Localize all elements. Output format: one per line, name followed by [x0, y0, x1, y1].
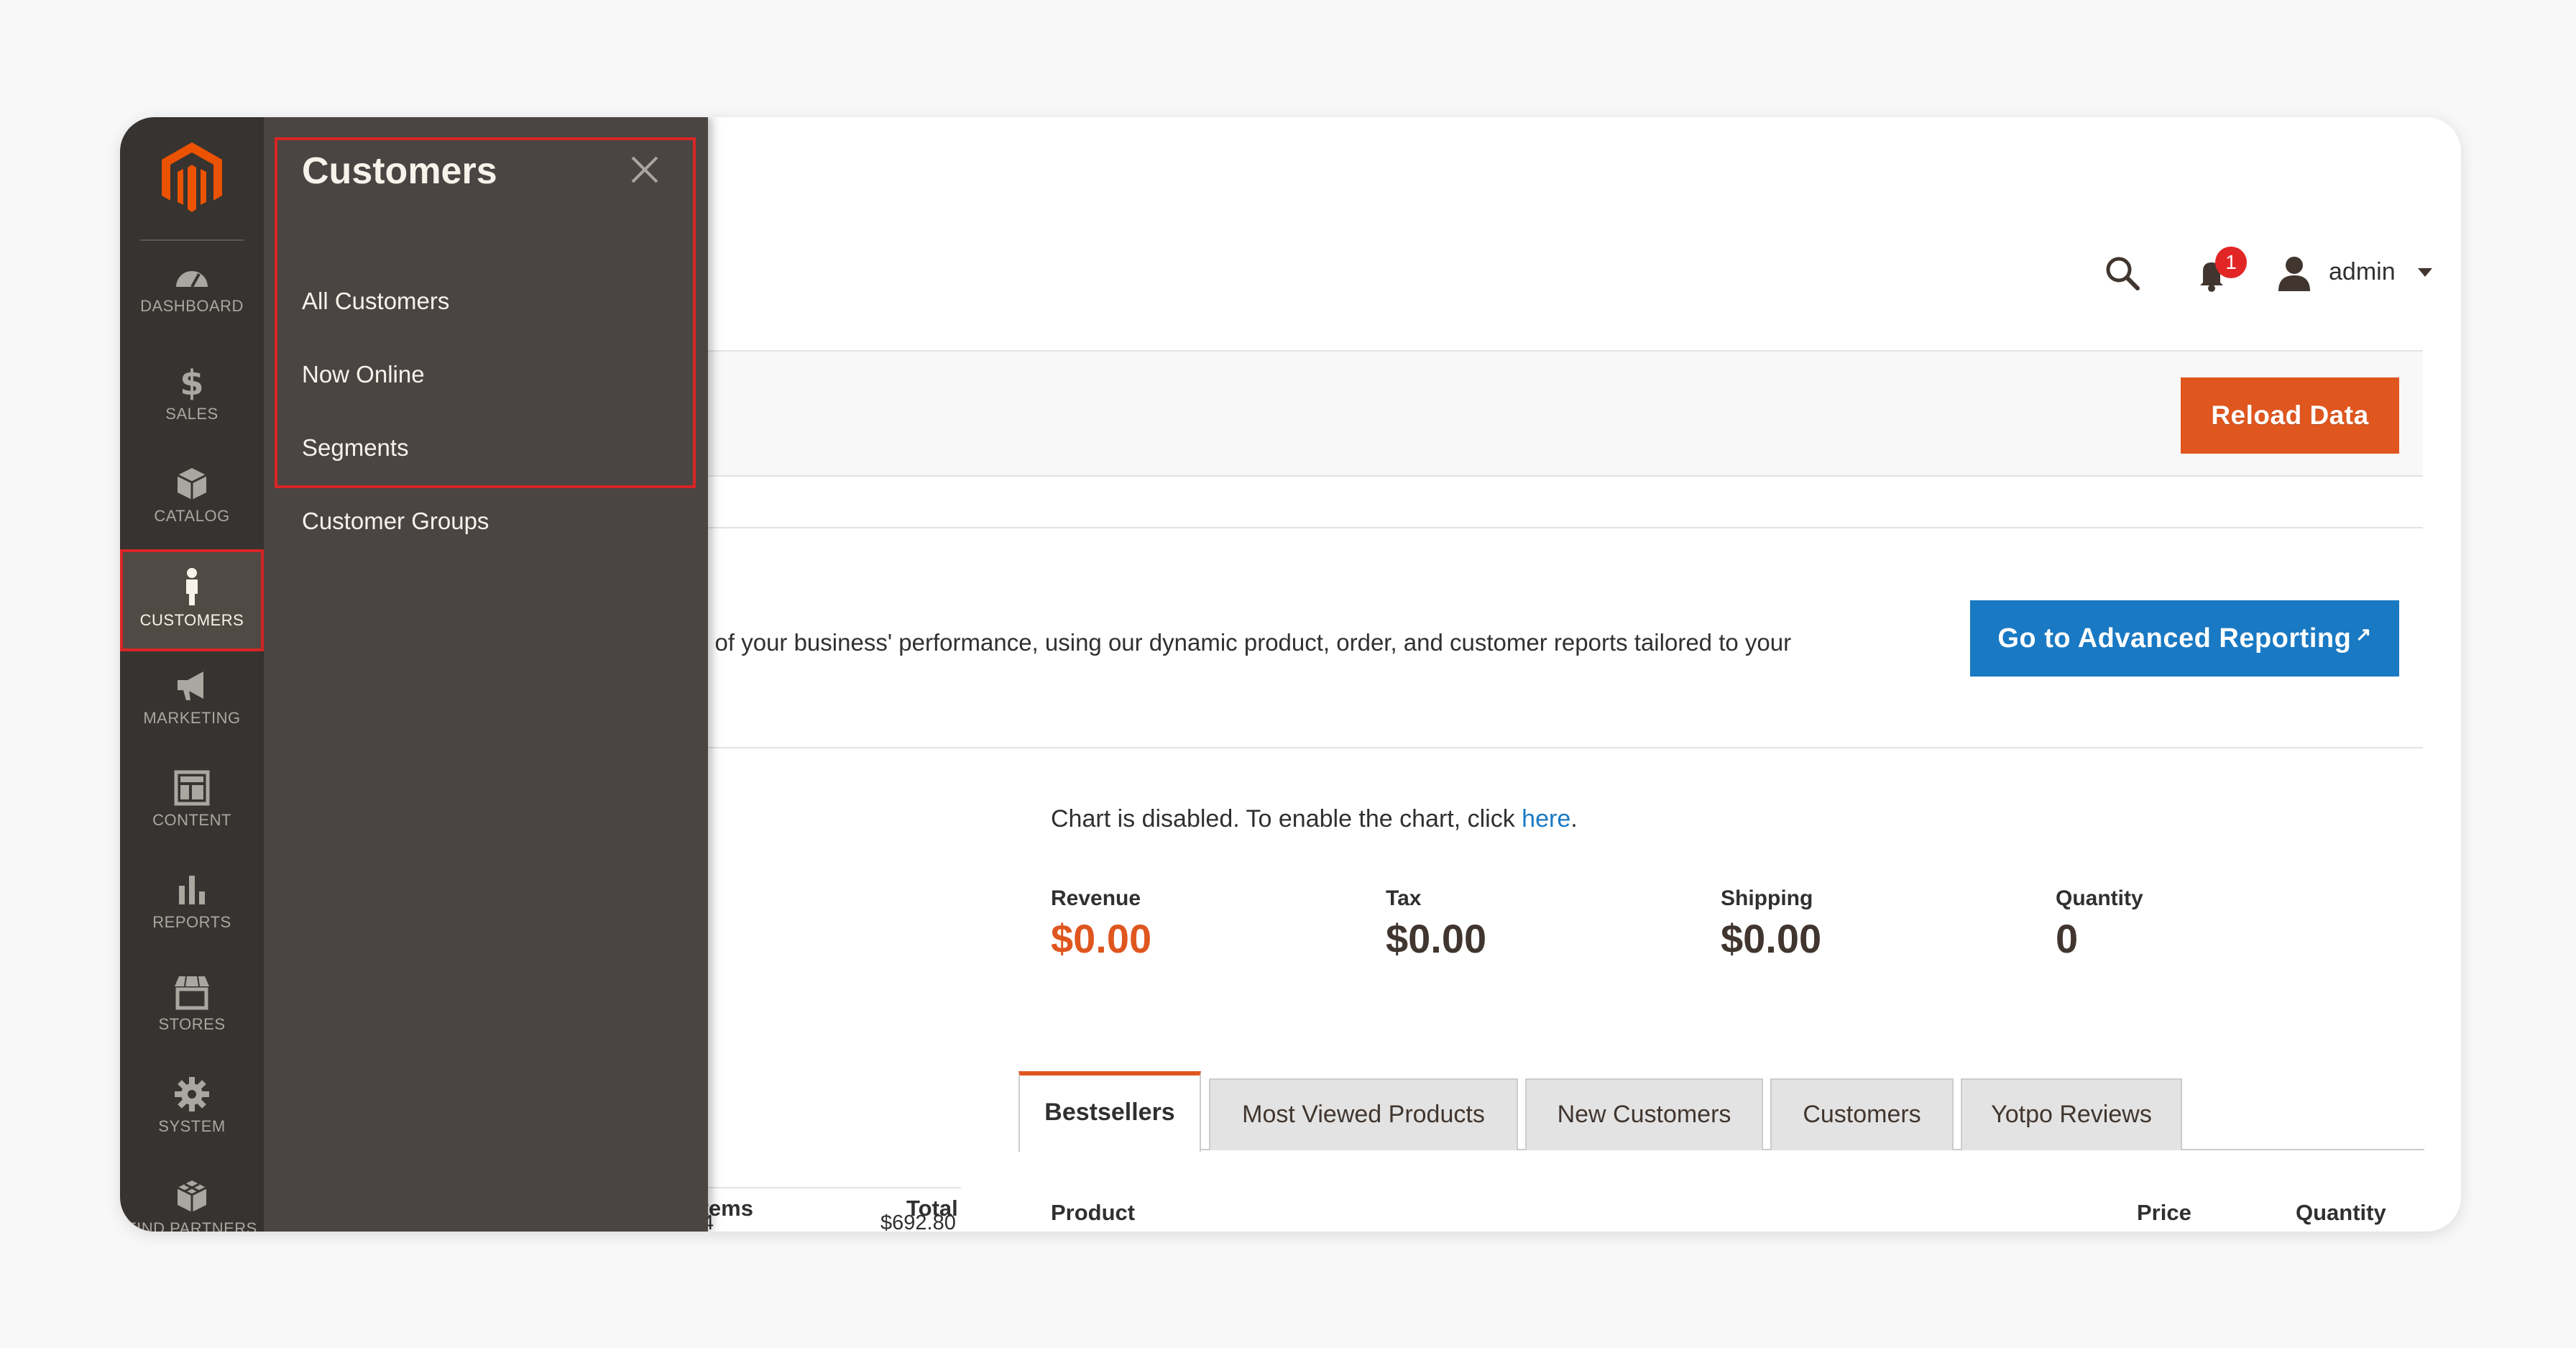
stat-quantity: Quantity 0	[2056, 886, 2143, 962]
stat-label: Shipping	[1721, 886, 1813, 910]
tab-most-viewed-products[interactable]: Most Viewed Products	[1209, 1078, 1518, 1150]
nav-item-reports[interactable]: Reports	[120, 857, 264, 959]
tab-bestsellers[interactable]: Bestsellers	[1018, 1071, 1201, 1152]
tab-customers[interactable]: Customers	[1770, 1078, 1954, 1150]
bar-chart-icon	[179, 876, 205, 904]
nav-label: Dashboard	[140, 297, 244, 315]
close-icon[interactable]	[628, 153, 661, 186]
stat-value: $0.00	[1386, 916, 1487, 961]
magento-logo[interactable]	[156, 139, 228, 218]
stat-label: Quantity	[2056, 886, 2143, 910]
dollar-icon: $	[180, 363, 203, 400]
table-header-divider	[695, 1187, 961, 1188]
flyout-item-segments[interactable]: Segments	[302, 434, 409, 462]
tab-yotpo-reviews[interactable]: Yotpo Reviews	[1961, 1078, 2182, 1150]
admin-sidebar: Dashboard $ Sales Catalog Customers	[120, 117, 264, 1232]
app-window: 1 admin Reload Data d of your business' …	[120, 117, 2461, 1232]
stat-tax: Tax $0.00	[1386, 886, 1486, 962]
flyout-item-customer-groups[interactable]: Customer Groups	[302, 508, 489, 535]
nav-item-dashboard[interactable]: Dashboard	[120, 247, 264, 349]
search-icon[interactable]	[2102, 252, 2145, 295]
gear-icon	[175, 1077, 209, 1111]
chart-disabled-text: Chart is disabled. To enable the chart, …	[1051, 805, 1522, 833]
chevron-down-icon[interactable]	[2418, 268, 2432, 277]
nav-label: Find Partners	[126, 1219, 257, 1232]
customers-flyout-menu: Customers All Customers Now Online Segme…	[264, 117, 708, 1232]
nav-label: System	[158, 1117, 226, 1135]
nav-label: Reports	[152, 913, 231, 931]
column-header-quantity: Quantity	[2296, 1200, 2386, 1225]
nav-label: Catalog	[154, 507, 230, 525]
nav-label: Content	[152, 811, 231, 829]
nav-item-marketing[interactable]: Marketing	[120, 653, 264, 755]
header-actions: 1 admin	[1958, 245, 2461, 303]
chart-disabled-message: Chart is disabled. To enable the chart, …	[1051, 805, 1578, 833]
stat-label: Revenue	[1051, 886, 1141, 910]
chart-disabled-suffix: .	[1570, 805, 1578, 833]
nav-item-system[interactable]: System	[120, 1061, 264, 1163]
external-link-icon: ↗	[2355, 623, 2372, 645]
stat-value: $0.00	[1051, 916, 1152, 961]
tab-new-customers[interactable]: New Customers	[1525, 1078, 1763, 1150]
svg-text:$: $	[180, 363, 203, 400]
column-header-product: Product	[1051, 1200, 1136, 1225]
nav-item-sales[interactable]: $ Sales	[120, 349, 264, 451]
advanced-reporting-label: Go to Advanced Reporting	[1997, 623, 2352, 654]
nav-label: Marketing	[143, 709, 241, 727]
nav-item-content[interactable]: Content	[120, 755, 264, 857]
flyout-item-now-online[interactable]: Now Online	[302, 361, 425, 388]
advanced-reporting-button[interactable]: Go to Advanced Reporting ↗	[1970, 600, 2399, 677]
nav-item-find-partners[interactable]: Find Partners	[120, 1163, 264, 1232]
stat-shipping: Shipping $0.00	[1721, 886, 1821, 962]
nav-label: Sales	[165, 405, 218, 423]
admin-username[interactable]: admin	[2329, 258, 2396, 286]
stat-value: $0.00	[1721, 916, 1822, 961]
dashboard-tabs: Bestsellers Most Viewed Products New Cus…	[1018, 1070, 2424, 1152]
box-icon	[177, 468, 207, 500]
flyout-title: Customers	[302, 150, 497, 192]
notification-badge[interactable]: 1	[2215, 247, 2247, 278]
dashboard-icon	[176, 271, 208, 288]
nav-item-customers[interactable]: Customers	[120, 549, 264, 651]
stat-revenue: Revenue $0.00	[1051, 886, 1151, 962]
nav-item-catalog[interactable]: Catalog	[120, 451, 264, 553]
cubes-icon	[177, 1180, 207, 1212]
layout-icon	[174, 770, 210, 806]
reload-data-button[interactable]: Reload Data	[2181, 377, 2399, 454]
stat-label: Tax	[1386, 886, 1422, 910]
advanced-reporting-description: d of your business' performance, using o…	[695, 629, 1792, 656]
nav-divider	[140, 239, 244, 241]
nav-label: Customers	[139, 611, 244, 629]
nav-label: Stores	[158, 1015, 226, 1033]
flyout-item-all-customers[interactable]: All Customers	[302, 288, 449, 315]
table-cell-total: $692.80	[880, 1211, 956, 1232]
megaphone-icon	[178, 671, 203, 700]
stat-value: 0	[2056, 916, 2079, 961]
nav-item-stores[interactable]: Stores	[120, 959, 264, 1061]
user-icon[interactable]	[2274, 252, 2314, 293]
enable-chart-link[interactable]: here	[1522, 805, 1570, 833]
column-header-price: Price	[2137, 1200, 2191, 1225]
store-icon	[175, 976, 209, 1010]
person-icon	[186, 568, 198, 605]
